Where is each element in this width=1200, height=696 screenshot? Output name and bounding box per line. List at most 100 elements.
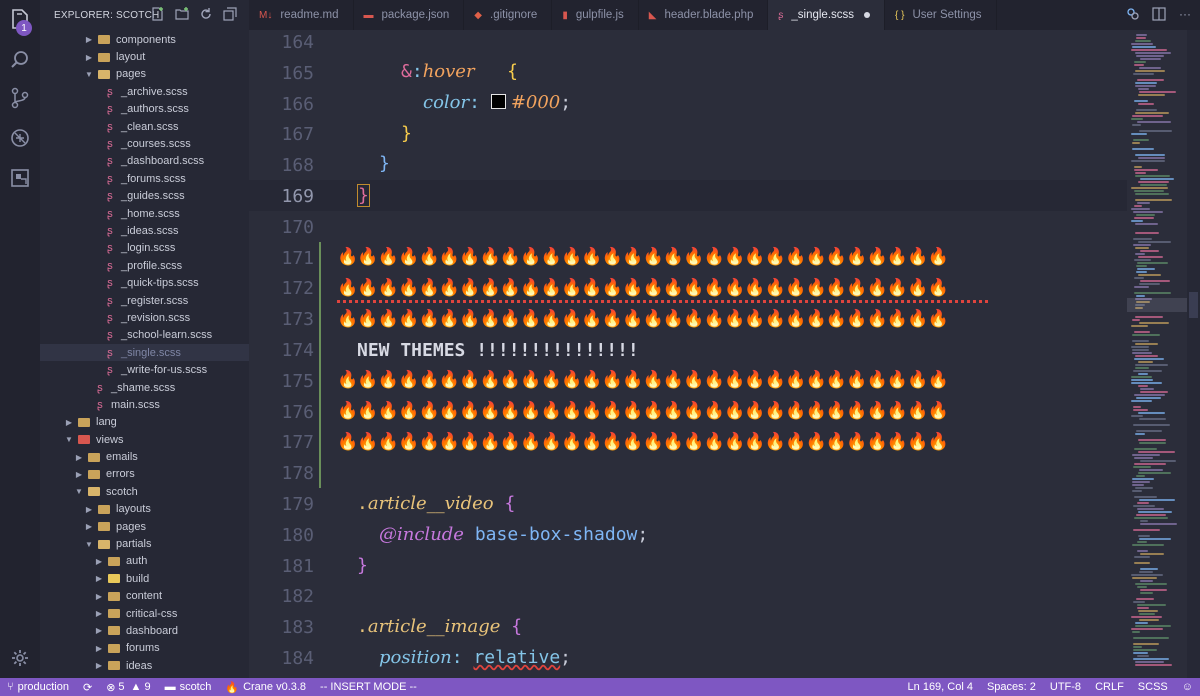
- tree-folder-layouts[interactable]: ▶ layouts: [40, 501, 249, 518]
- tab-single-scss[interactable]: ʂ _single.scss: [768, 0, 886, 30]
- collapse-all-icon[interactable]: [223, 7, 237, 21]
- tree-file-main-scss[interactable]: ʂ main.scss: [40, 396, 249, 413]
- cursor-position[interactable]: Ln 169, Col 4: [901, 678, 980, 696]
- code-editor[interactable]: 164 165 166 167 168 169 170 171 172 173 174 175 176 1…: [249, 30, 1127, 678]
- tree-folder-auth[interactable]: ▶ auth: [40, 553, 249, 570]
- branch-status[interactable]: ⑂ production: [0, 678, 76, 696]
- tree-file-guides-scss[interactable]: ʂ _guides.scss: [40, 188, 249, 205]
- tree-folder-pages[interactable]: ▼ pages: [40, 66, 249, 83]
- minimap-line: [1135, 112, 1169, 114]
- debug-icon[interactable]: [8, 126, 32, 150]
- tree-file-forums-scss[interactable]: ʂ _forums.scss: [40, 170, 249, 187]
- line-number: 169: [281, 186, 314, 207]
- tree-file-clean-scss[interactable]: ʂ _clean.scss: [40, 118, 249, 135]
- color-swatch[interactable]: [490, 94, 506, 109]
- minimap-line: [1132, 454, 1160, 456]
- encoding[interactable]: UTF-8: [1043, 678, 1088, 696]
- tree-folder-forums[interactable]: ▶ forums: [40, 640, 249, 657]
- tree-file-courses-scss[interactable]: ʂ _courses.scss: [40, 135, 249, 152]
- smiley-icon[interactable]: ☺: [1175, 678, 1200, 696]
- tree-folder-views[interactable]: ▼ views: [40, 431, 249, 448]
- folder-status[interactable]: ▬ scotch: [158, 678, 219, 696]
- minimap-line: [1134, 331, 1150, 333]
- problems-status[interactable]: ⊗ 5 ▲ 9: [99, 678, 157, 696]
- new-folder-icon[interactable]: [175, 7, 189, 21]
- settings-gear-icon[interactable]: [8, 646, 32, 670]
- tab-package-json[interactable]: ▬ package.json: [354, 0, 465, 30]
- tree-file-dashboard-scss[interactable]: ʂ _dashboard.scss: [40, 153, 249, 170]
- minimap-line: [1136, 475, 1145, 477]
- editor-scrollbar[interactable]: [1187, 30, 1200, 678]
- tab-gulpfile-js[interactable]: ▮ gulpfile.js: [552, 0, 639, 30]
- tree-item-label: lang: [96, 416, 117, 429]
- tree-folder-ideas[interactable]: ▶ ideas: [40, 657, 249, 674]
- new-file-icon[interactable]: [151, 7, 165, 21]
- minimap-line: [1138, 511, 1172, 513]
- tree-file-archive-scss[interactable]: ʂ _archive.scss: [40, 83, 249, 100]
- tree-folder-scotch[interactable]: ▼ scotch: [40, 483, 249, 500]
- tree-folder-build[interactable]: ▶ build: [40, 570, 249, 587]
- tree-folder-emails[interactable]: ▶ emails: [40, 448, 249, 465]
- line-ending[interactable]: CRLF: [1088, 678, 1131, 696]
- tree-file-profile-scss[interactable]: ʂ _profile.scss: [40, 257, 249, 274]
- split-editor-icon[interactable]: [1152, 6, 1166, 22]
- tree-folder-dashboard[interactable]: ▶ dashboard: [40, 622, 249, 639]
- minimap-line: [1131, 208, 1150, 210]
- minimap-line: [1134, 169, 1158, 171]
- source-control-icon[interactable]: [8, 86, 32, 110]
- tab-gitignore[interactable]: ◆ .gitignore: [464, 0, 553, 30]
- tab-header-blade-php[interactable]: ◣ header.blade.php: [639, 0, 769, 30]
- minimap-viewport[interactable]: [1127, 298, 1187, 312]
- tab-readme-md[interactable]: M↓ readme.md: [249, 0, 354, 30]
- new-themes-text: NEW THEMES !!!!!!!!!!!!!!!: [357, 340, 639, 361]
- tree-folder-errors[interactable]: ▶ errors: [40, 466, 249, 483]
- code-token: base-box-shadow: [474, 524, 638, 545]
- tree-file-school-learn-scss[interactable]: ʂ _school-learn.scss: [40, 327, 249, 344]
- minimap-line: [1136, 271, 1147, 273]
- code-line-180: @include base-box-shadow;: [379, 524, 648, 545]
- tree-file-register-scss[interactable]: ʂ _register.scss: [40, 292, 249, 309]
- minimap-line: [1133, 466, 1151, 468]
- open-changes-icon[interactable]: [1126, 6, 1140, 22]
- tree-folder-layout[interactable]: ▶ layout: [40, 48, 249, 65]
- tree-file-ideas-scss[interactable]: ʂ _ideas.scss: [40, 222, 249, 239]
- refresh-icon[interactable]: [199, 7, 213, 21]
- tree-file-quick-tips-scss[interactable]: ʂ _quick-tips.scss: [40, 274, 249, 291]
- chevron-right-icon: ▶: [65, 417, 73, 427]
- extensions-icon[interactable]: [8, 166, 32, 190]
- code-token: #000: [510, 92, 561, 113]
- indentation[interactable]: Spaces: 2: [980, 678, 1043, 696]
- code-token: .: [357, 616, 368, 637]
- tree-folder-pages[interactable]: ▶ pages: [40, 518, 249, 535]
- minimap[interactable]: [1127, 30, 1187, 678]
- tree-file-single-scss[interactable]: ʂ _single.scss: [40, 344, 249, 362]
- chevron-right-icon: ▶: [95, 626, 103, 636]
- more-actions-icon[interactable]: ···: [1178, 6, 1192, 22]
- tree-file-write-for-us-scss[interactable]: ʂ _write-for-us.scss: [40, 361, 249, 378]
- tree-file-revision-scss[interactable]: ʂ _revision.scss: [40, 309, 249, 326]
- tree-folder-critical-css[interactable]: ▶ critical-css: [40, 605, 249, 622]
- crane-status[interactable]: 🔥 Crane v0.3.8: [218, 678, 313, 696]
- tree-file-login-scss[interactable]: ʂ _login.scss: [40, 240, 249, 257]
- unsaved-dot-icon[interactable]: [864, 12, 871, 18]
- line-number: 182: [281, 586, 314, 608]
- tree-file-authors-scss[interactable]: ʂ _authors.scss: [40, 101, 249, 118]
- tree-folder-content[interactable]: ▶ content: [40, 588, 249, 605]
- scrollbar-thumb[interactable]: [1189, 292, 1198, 318]
- sync-button[interactable]: ⟳: [76, 678, 99, 696]
- tree-folder-lang[interactable]: ▶ lang: [40, 414, 249, 431]
- language-mode[interactable]: SCSS: [1131, 678, 1175, 696]
- minimap-line: [1137, 550, 1148, 552]
- explorer-title: EXPLORER: SCOTCH: [54, 9, 160, 21]
- tree-file-shame-scss[interactable]: ʂ _shame.scss: [40, 379, 249, 396]
- chevron-right-icon: ▶: [95, 661, 103, 671]
- tab-user-settings[interactable]: { } User Settings: [885, 0, 997, 30]
- tree-file-home-scss[interactable]: ʂ _home.scss: [40, 205, 249, 222]
- search-icon[interactable]: [8, 48, 32, 72]
- tree-item-label: _guides.scss: [121, 190, 185, 203]
- tab-label: readme.md: [280, 9, 339, 21]
- tree-folder-partials[interactable]: ▼ partials: [40, 535, 249, 552]
- minimap-line: [1133, 529, 1160, 531]
- tree-item-label: content: [126, 590, 163, 603]
- tree-folder-components[interactable]: ▶ components: [40, 31, 249, 48]
